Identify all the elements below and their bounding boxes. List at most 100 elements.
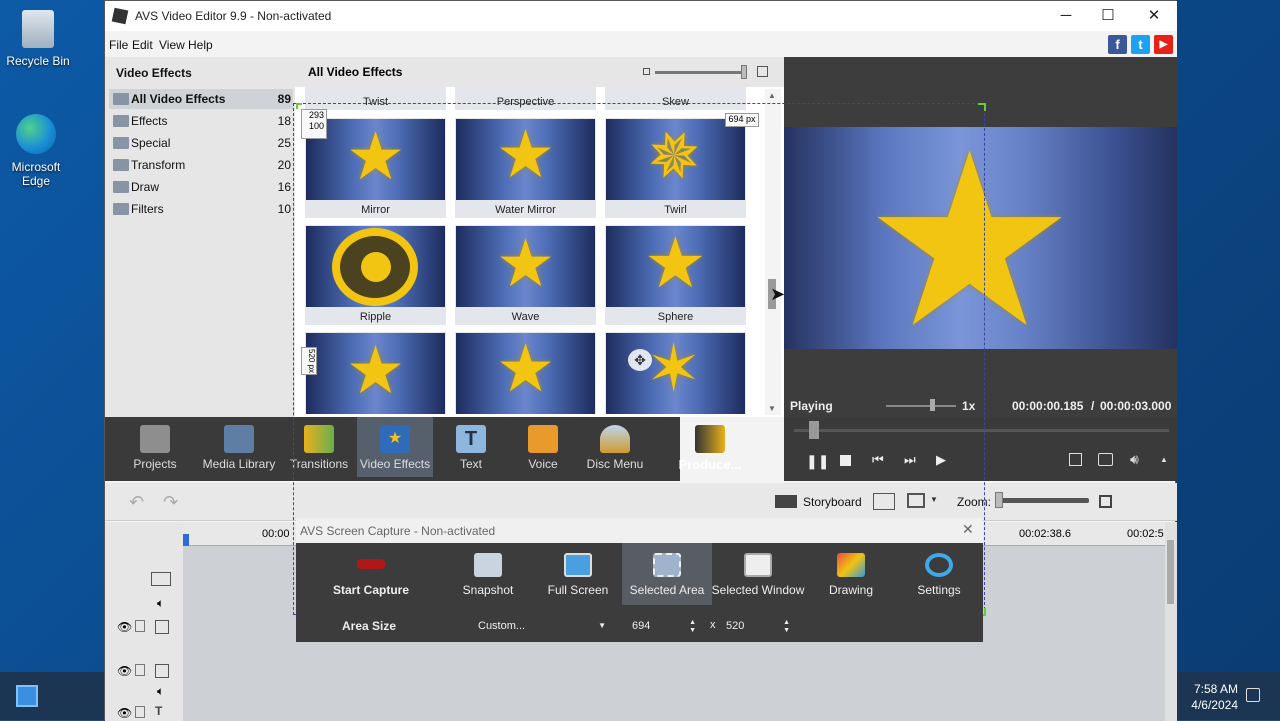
category-label: Transform [131,158,186,172]
timeline-scrollbar-thumb[interactable] [1167,540,1174,604]
scroll-up-arrow-icon[interactable]: ▲ [768,91,776,100]
taskbar-app-icon[interactable] [16,685,38,707]
category-draw[interactable]: Draw 16 [109,177,293,197]
full-screen-icon [564,553,592,577]
height-input[interactable]: 520 ▲ ▼ [720,617,796,637]
width-stepper-icon[interactable]: ▲ ▼ [689,619,696,635]
twitter-icon[interactable]: t [1131,35,1150,54]
category-count: 89 [277,92,291,106]
settings-button[interactable]: Settings [894,543,984,605]
menu-help[interactable]: Help [188,38,213,52]
folder-icon [113,137,129,149]
zoom-slider[interactable] [999,498,1089,503]
facebook-icon[interactable]: f [1108,35,1127,54]
taskbar-clock[interactable]: 7:58 AM 4/6/2024 [1191,681,1238,713]
visibility-eye-icon[interactable]: 👁︎ [117,620,132,634]
snapshot-icon[interactable] [1098,453,1113,466]
minimize-button[interactable]: ─ [1043,5,1089,27]
tool-projects[interactable]: Projects [117,417,193,477]
volume-expand-icon[interactable]: ▲ [1160,455,1168,464]
drawing-button[interactable]: Drawing [806,543,896,605]
lock-icon[interactable] [135,620,145,632]
category-filters[interactable]: Filters 10 [109,199,293,219]
mute-icon[interactable]: 🔈︎ [157,684,164,699]
effects-category-panel: Video Effects All Video Effects 89 Effec… [105,57,295,417]
undo-icon[interactable]: ↶ [129,492,144,513]
capture-button-label: Snapshot [462,583,514,597]
category-count: 25 [277,136,291,150]
playhead[interactable] [183,534,189,546]
category-special[interactable]: Special 25 [109,133,293,153]
snapshot-button[interactable]: Snapshot [443,543,533,605]
category-label: Effects [131,114,168,128]
fit-to-window-icon[interactable] [1099,495,1112,508]
menu-edit[interactable]: Edit [132,38,153,52]
thumb-size-slider-handle[interactable] [741,65,747,79]
height-stepper-icon[interactable]: ▲ ▼ [783,619,790,635]
category-label: All Video Effects [131,92,226,106]
category-effects[interactable]: Effects 18 [109,111,293,131]
timeline-scrollbar[interactable] [1165,522,1177,721]
drawing-icon [837,553,865,577]
video-track-icon [151,572,171,586]
media-library-icon [224,425,254,453]
mute-icon[interactable]: 🔈︎ [157,596,164,611]
visibility-eye-icon[interactable]: 👁︎ [117,706,132,720]
width-value: 694 [632,620,651,632]
folder-icon [113,159,129,171]
redo-icon[interactable]: ↷ [163,492,178,513]
volume-icon[interactable]: 🔊︎ [1130,451,1139,468]
category-count: 20 [277,158,291,172]
area-size-bar: Area Size Custom... ▼ 694 ▲ ▼ x 520 ▲ ▼ [296,613,983,642]
capture-close-icon[interactable]: ✕ [962,521,974,538]
close-button[interactable]: ✕ [1131,5,1177,27]
thumb-large-icon[interactable] [757,66,768,77]
edge-label: Microsoft Edge [11,160,61,188]
tool-media-library[interactable]: Media Library [199,417,279,477]
category-label: Special [131,136,171,150]
width-input[interactable]: 694 ▲ ▼ [626,617,702,637]
record-icon [357,559,385,569]
area-preset-select[interactable]: Custom... ▼ [472,617,612,637]
notification-icon[interactable] [1246,688,1260,702]
title-bar: AVS Video Editor 9.9 - Non-activated ─ ☐… [105,1,1177,31]
recycle-bin-icon[interactable]: Recycle Bin [2,10,74,68]
capture-button-label: Selected Area [629,583,705,597]
thumb-size-slider[interactable] [655,71,747,74]
mouse-cursor-icon: ➤ [770,284,786,304]
category-count: 18 [277,114,291,128]
category-transform[interactable]: Transform 20 [109,155,293,175]
height-value: 520 [726,620,745,632]
capture-corner-handle[interactable] [296,103,302,109]
category-count: 10 [277,202,291,216]
selected-window-button[interactable]: Selected Window [710,543,806,605]
selected-area-button[interactable]: Selected Area [622,543,712,605]
maximize-button[interactable]: ☐ [1085,5,1131,27]
lock-icon[interactable] [135,706,145,718]
size-separator: x [710,619,716,631]
time-separator: / [1091,399,1095,413]
app-logo-icon [111,7,129,25]
overlay-track-icon [155,664,169,678]
lock-icon[interactable] [135,664,145,676]
folder-icon [113,93,129,105]
capture-button-label: Full Screen [547,583,609,597]
youtube-icon[interactable]: ▶ [1154,35,1173,54]
fullscreen-icon[interactable] [1069,453,1082,466]
edge-icon[interactable]: Microsoft Edge [0,114,72,188]
start-capture-button[interactable]: Start Capture [326,543,416,605]
visibility-eye-icon[interactable]: 👁︎ [117,664,132,678]
move-crosshair-icon[interactable]: ✥ [628,349,652,371]
zoom-slider-handle[interactable] [995,492,1003,508]
area-size-label: Area Size [342,619,397,633]
full-screen-button[interactable]: Full Screen [533,543,623,605]
menu-view[interactable]: View [159,38,185,52]
capture-button-label: Drawing [828,583,873,597]
recycle-bin-label: Recycle Bin [6,54,70,68]
gear-icon [925,553,953,577]
ruler-label: 00:00 [262,528,290,540]
category-all-video-effects[interactable]: All Video Effects 89 [109,89,293,109]
capture-corner-handle[interactable] [978,103,986,111]
thumb-small-icon[interactable] [643,68,650,75]
menu-file[interactable]: File [109,38,128,52]
